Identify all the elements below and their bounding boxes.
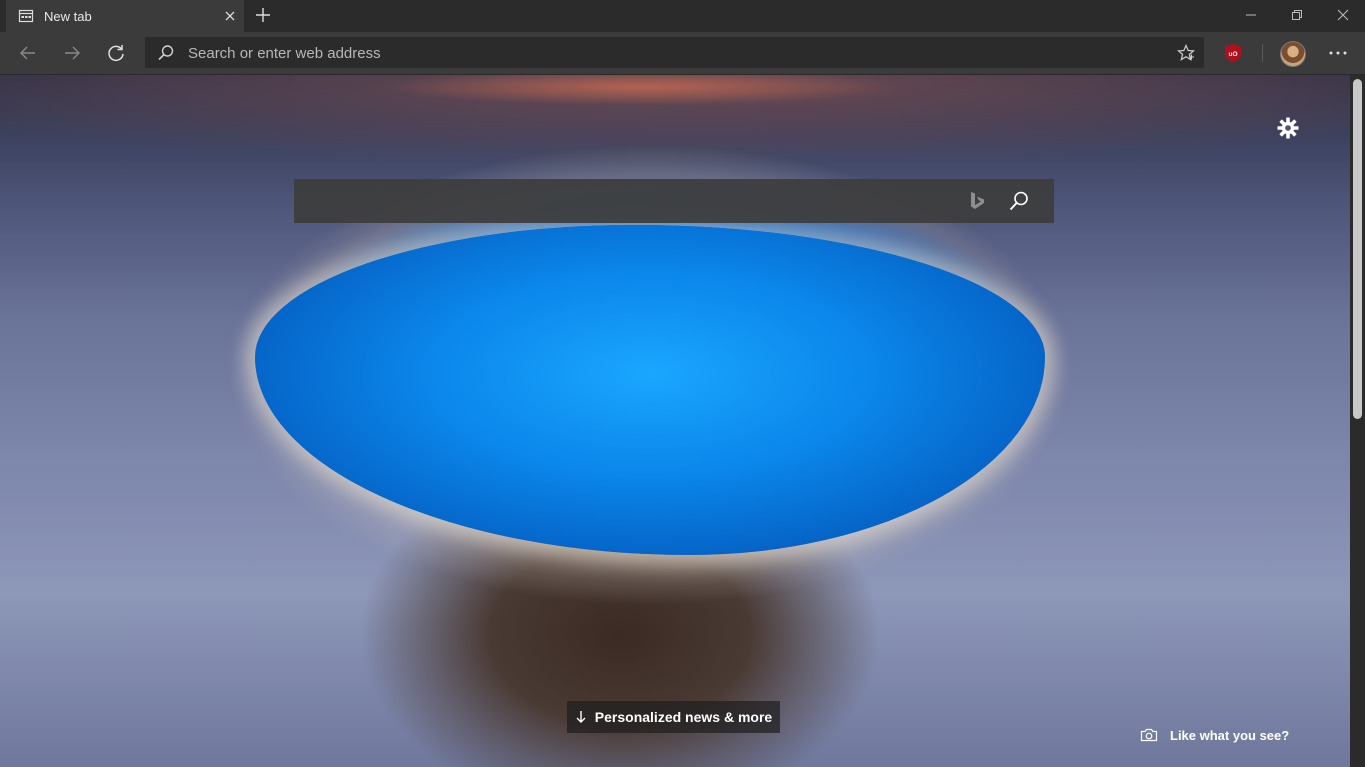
vertical-scrollbar[interactable] bbox=[1350, 75, 1365, 767]
bing-logo-icon bbox=[968, 191, 986, 211]
like-label: Like what you see? bbox=[1170, 727, 1290, 743]
arrow-down-icon bbox=[575, 710, 587, 724]
web-search-input[interactable] bbox=[308, 191, 962, 213]
new-tab-plus-icon[interactable] bbox=[254, 6, 272, 24]
close-window-icon[interactable] bbox=[1320, 0, 1365, 30]
new-tab-page: Personalized news & more Like what you s… bbox=[0, 75, 1350, 767]
more-dots-icon[interactable] bbox=[1326, 43, 1350, 63]
search-icon[interactable] bbox=[1008, 190, 1030, 212]
personalized-news-button[interactable]: Personalized news & more bbox=[567, 701, 780, 733]
newtab-page-icon bbox=[18, 8, 34, 24]
close-icon[interactable] bbox=[222, 8, 238, 24]
address-bar[interactable] bbox=[145, 37, 1204, 68]
web-search-box[interactable] bbox=[294, 179, 1054, 223]
forward-arrow-icon[interactable] bbox=[61, 42, 83, 64]
tab-strip: New tab bbox=[0, 0, 1365, 32]
restore-icon[interactable] bbox=[1274, 0, 1320, 30]
address-input[interactable] bbox=[188, 43, 1148, 63]
background-hot-spring-image bbox=[255, 225, 1045, 555]
ublock-origin-icon[interactable]: uO bbox=[1224, 43, 1242, 63]
background-sunset-glow bbox=[380, 75, 900, 105]
scrollbar-thumb[interactable] bbox=[1353, 79, 1362, 419]
like-what-you-see-button[interactable]: Like what you see? bbox=[1140, 725, 1289, 745]
avatar[interactable] bbox=[1280, 41, 1306, 67]
refresh-icon[interactable] bbox=[105, 42, 127, 64]
news-label: Personalized news & more bbox=[594, 709, 773, 725]
gear-icon[interactable] bbox=[1276, 116, 1300, 140]
minimize-icon[interactable] bbox=[1228, 0, 1274, 30]
tab-new-tab[interactable]: New tab bbox=[6, 0, 244, 32]
back-arrow-icon[interactable] bbox=[17, 42, 39, 64]
browser-toolbar: uO bbox=[0, 32, 1365, 75]
tab-title: New tab bbox=[44, 9, 92, 24]
toolbar-divider bbox=[1262, 44, 1263, 62]
camera-icon bbox=[1140, 728, 1158, 742]
star-icon[interactable] bbox=[1176, 43, 1196, 63]
svg-text:uO: uO bbox=[1228, 51, 1237, 58]
search-icon bbox=[157, 44, 175, 62]
